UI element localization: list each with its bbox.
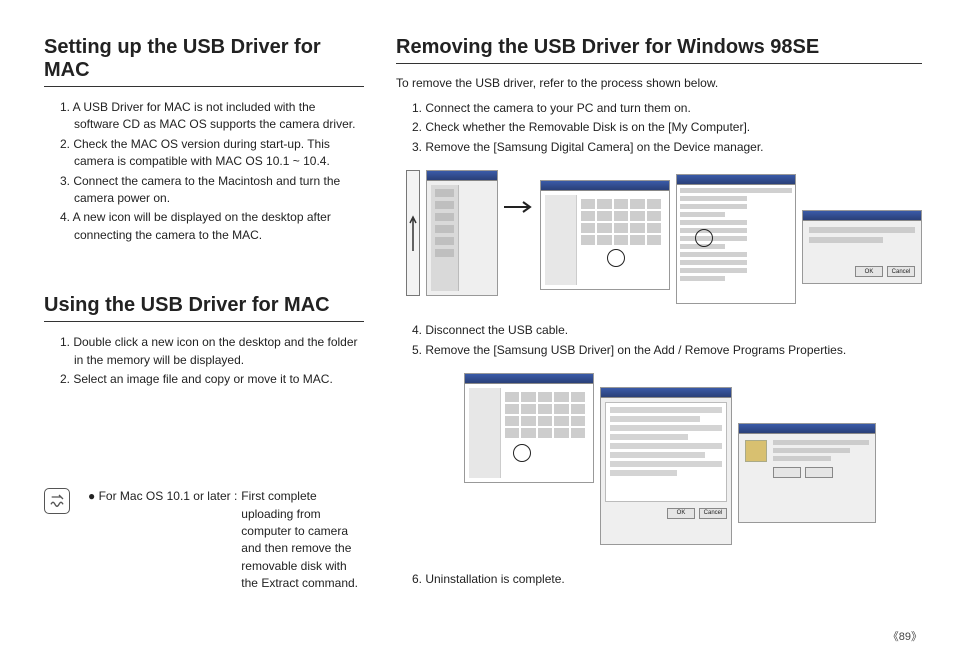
list-item: 1. Connect the camera to your PC and tur… [412, 100, 922, 117]
section-using-mac: Using the USB Driver for MAC 1. Double c… [44, 294, 364, 388]
control-panel-window [540, 180, 670, 290]
uninstall-wizard-window [738, 423, 876, 523]
dialog-button[interactable] [773, 467, 801, 478]
list-item: 5. Remove the [Samsung USB Driver] on th… [412, 342, 922, 359]
ok-button[interactable]: OK [667, 508, 695, 519]
list-item: 2. Select an image file and copy or move… [60, 371, 364, 388]
cancel-button[interactable]: Cancel [699, 508, 727, 519]
note-text: ● For Mac OS 10.1 or later : First compl… [88, 488, 364, 592]
section-remove-win98: Removing the USB Driver for Windows 98SE… [396, 36, 922, 588]
list-item: 1. A USB Driver for MAC is not included … [60, 99, 364, 134]
note-body: First complete uploading from computer t… [241, 488, 364, 592]
add-remove-programs-window: OK Cancel [600, 387, 732, 545]
list-item: 4. Disconnect the USB cable. [412, 322, 922, 339]
list-item: 2. Check the MAC OS version during start… [60, 136, 364, 171]
intro-text: To remove the USB driver, refer to the p… [396, 76, 922, 90]
right-column: Removing the USB Driver for Windows 98SE… [396, 36, 922, 593]
list-item: 3. Remove the [Samsung Digital Camera] o… [412, 139, 922, 156]
remove-list-2: 4. Disconnect the USB cable. 5. Remove t… [396, 322, 922, 359]
heading-remove-win98: Removing the USB Driver for Windows 98SE [396, 36, 922, 64]
page-number: 《89》 [888, 628, 922, 644]
control-panel-window-2 [464, 373, 594, 483]
package-icon [745, 440, 767, 462]
list-item: 2. Check whether the Removable Disk is o… [412, 119, 922, 136]
ok-button[interactable]: OK [855, 266, 883, 277]
setup-mac-list: 1. A USB Driver for MAC is not included … [44, 99, 364, 244]
note-label: ● For Mac OS 10.1 or later : [88, 488, 237, 592]
device-manager-window [676, 174, 796, 304]
list-item: 6. Uninstallation is complete. [412, 571, 922, 588]
figure-row-2: OK Cancel [464, 373, 922, 545]
using-mac-list: 1. Double click a new icon on the deskto… [44, 334, 364, 388]
dialog-button[interactable] [805, 467, 833, 478]
arrow-right-icon [504, 200, 534, 219]
section-setup-mac: Setting up the USB Driver for MAC 1. A U… [44, 36, 364, 244]
confirm-removal-window: OK Cancel [802, 210, 922, 284]
list-item: 4. A new icon will be displayed on the d… [60, 209, 364, 244]
circle-highlight-icon [513, 444, 531, 462]
start-menu-window [426, 170, 498, 296]
list-item: 3. Connect the camera to the Macintosh a… [60, 173, 364, 208]
note-icon [44, 488, 70, 514]
remove-list-1: 1. Connect the camera to your PC and tur… [396, 100, 922, 156]
note-box: ● For Mac OS 10.1 or later : First compl… [44, 488, 364, 592]
remove-list-3: 6. Uninstallation is complete. [396, 571, 922, 588]
heading-setup-mac: Setting up the USB Driver for MAC [44, 36, 364, 87]
figure-row-1: OK Cancel [406, 170, 922, 304]
cancel-button[interactable]: Cancel [887, 266, 915, 277]
left-column: Setting up the USB Driver for MAC 1. A U… [44, 36, 364, 593]
list-item: 1. Double click a new icon on the deskto… [60, 334, 364, 369]
heading-using-mac: Using the USB Driver for MAC [44, 294, 364, 322]
device-tower-icon [406, 170, 420, 296]
